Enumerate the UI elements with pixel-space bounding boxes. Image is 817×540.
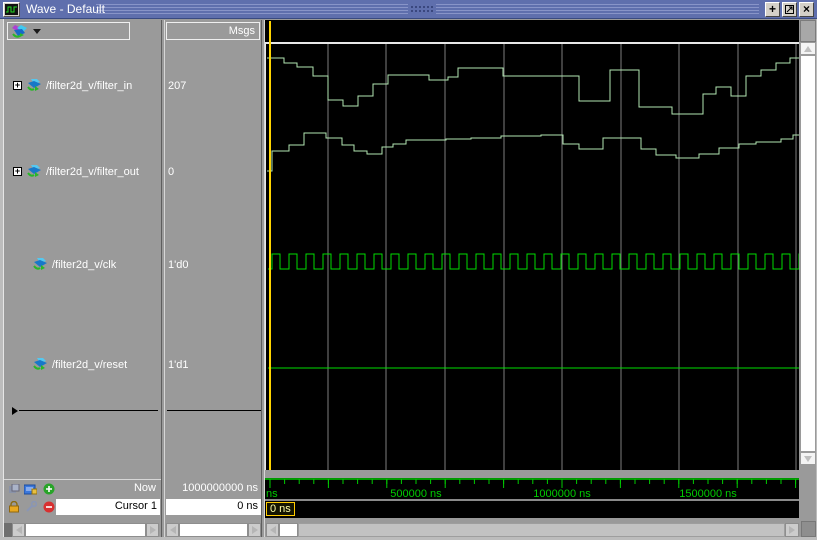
lock-cursor-icon[interactable] xyxy=(7,501,20,513)
arrow-down-icon xyxy=(804,456,812,462)
scroll-down-button[interactable] xyxy=(800,452,816,465)
signal-value: 0 xyxy=(168,165,174,179)
expand-icon[interactable]: + xyxy=(13,167,22,176)
arrow-right-icon xyxy=(789,526,795,534)
waveform-canvas[interactable] xyxy=(265,42,799,470)
arrow-left-icon xyxy=(16,526,22,534)
add-cursor-icon[interactable] xyxy=(42,483,55,495)
scroll-left-button[interactable] xyxy=(266,523,279,537)
close-button[interactable]: × xyxy=(799,2,814,17)
insertion-line xyxy=(19,410,158,411)
wrench-icon[interactable] xyxy=(24,501,37,513)
scroll-left-button[interactable] xyxy=(12,523,25,537)
signal-icon xyxy=(27,165,42,177)
arrow-right-icon xyxy=(252,526,258,534)
wave-window: Wave - Default + × Msgs + /filter2d_v/f xyxy=(0,0,817,540)
svg-text:ns: ns xyxy=(266,488,278,499)
window-title: Wave - Default xyxy=(26,2,105,17)
scroll-up-button[interactable] xyxy=(800,42,816,55)
cursor-value-box[interactable]: 0 ns xyxy=(166,499,261,515)
signal-value: 1'd0 xyxy=(168,258,188,272)
grip-dots-icon xyxy=(410,5,434,14)
add-button[interactable]: + xyxy=(765,2,780,17)
signal-icon xyxy=(33,358,48,370)
wave-window-icon xyxy=(3,2,20,17)
signal-icon xyxy=(33,258,48,270)
titlebar-grip[interactable] xyxy=(408,4,436,15)
values-hscroll-thumb[interactable] xyxy=(179,523,248,537)
chevron-down-icon[interactable] xyxy=(33,29,41,34)
now-label: Now xyxy=(60,482,156,494)
undock-button[interactable] xyxy=(782,2,797,17)
pane-splitter-names-values[interactable] xyxy=(161,20,165,537)
scrollbar-corner xyxy=(4,523,12,537)
insertion-line xyxy=(167,410,261,411)
signal-name[interactable]: /filter2d_v/reset xyxy=(52,358,127,372)
signal-name[interactable]: /filter2d_v/clk xyxy=(52,258,116,272)
edit-grid-icon[interactable] xyxy=(24,483,37,495)
status-separator xyxy=(4,479,161,480)
title-bar[interactable]: Wave - Default + × xyxy=(0,0,817,19)
scroll-left-button[interactable] xyxy=(166,523,179,537)
wave-hscroll-track[interactable] xyxy=(298,523,785,537)
expand-icon[interactable]: + xyxy=(13,81,22,90)
arrow-up-icon xyxy=(804,46,812,52)
scroll-right-button[interactable] xyxy=(146,523,159,537)
arrow-right-icon xyxy=(150,526,156,534)
insert-cursor-icon[interactable] xyxy=(7,483,20,495)
time-cursor-line[interactable] xyxy=(269,21,271,470)
window-edge-left xyxy=(0,19,4,540)
svg-text:1500000 ns: 1500000 ns xyxy=(679,488,737,499)
insertion-pointer-icon xyxy=(12,407,18,415)
vscroll-header-box xyxy=(800,20,816,42)
now-value: 1000000000 ns xyxy=(166,482,258,494)
cursor-name-box[interactable]: Cursor 1 xyxy=(56,499,160,515)
svg-text:500000 ns: 500000 ns xyxy=(390,488,442,499)
scroll-right-button[interactable] xyxy=(248,523,261,537)
scrollbar-corner xyxy=(801,521,816,537)
signal-value: 1'd1 xyxy=(168,358,188,372)
signal-name[interactable]: /filter2d_v/filter_out xyxy=(46,165,139,179)
vertical-scrollbar[interactable] xyxy=(800,55,816,452)
cursor-flag-row: 0 ns xyxy=(265,501,799,518)
scroll-right-button[interactable] xyxy=(785,523,799,537)
timeline-ruler[interactable]: ns 500000 ns 1000000 ns 1500000 ns xyxy=(265,478,799,499)
wave-header-strip xyxy=(265,20,799,42)
signal-value: 207 xyxy=(168,79,186,93)
signal-icon xyxy=(27,79,42,91)
names-hscroll-thumb[interactable] xyxy=(25,523,146,537)
arrow-left-icon xyxy=(170,526,176,534)
wave-hscroll-thumb[interactable] xyxy=(279,523,298,537)
names-column-header[interactable] xyxy=(7,22,130,40)
signal-name[interactable]: /filter2d_v/filter_in xyxy=(46,79,132,93)
msgs-column-header[interactable]: Msgs xyxy=(166,22,260,40)
delete-cursor-icon[interactable] xyxy=(42,501,55,513)
svg-text:1000000 ns: 1000000 ns xyxy=(533,488,591,499)
cursor-time-flag[interactable]: 0 ns xyxy=(266,502,295,516)
arrow-left-icon xyxy=(270,526,276,534)
signal-group-icon xyxy=(11,24,29,38)
